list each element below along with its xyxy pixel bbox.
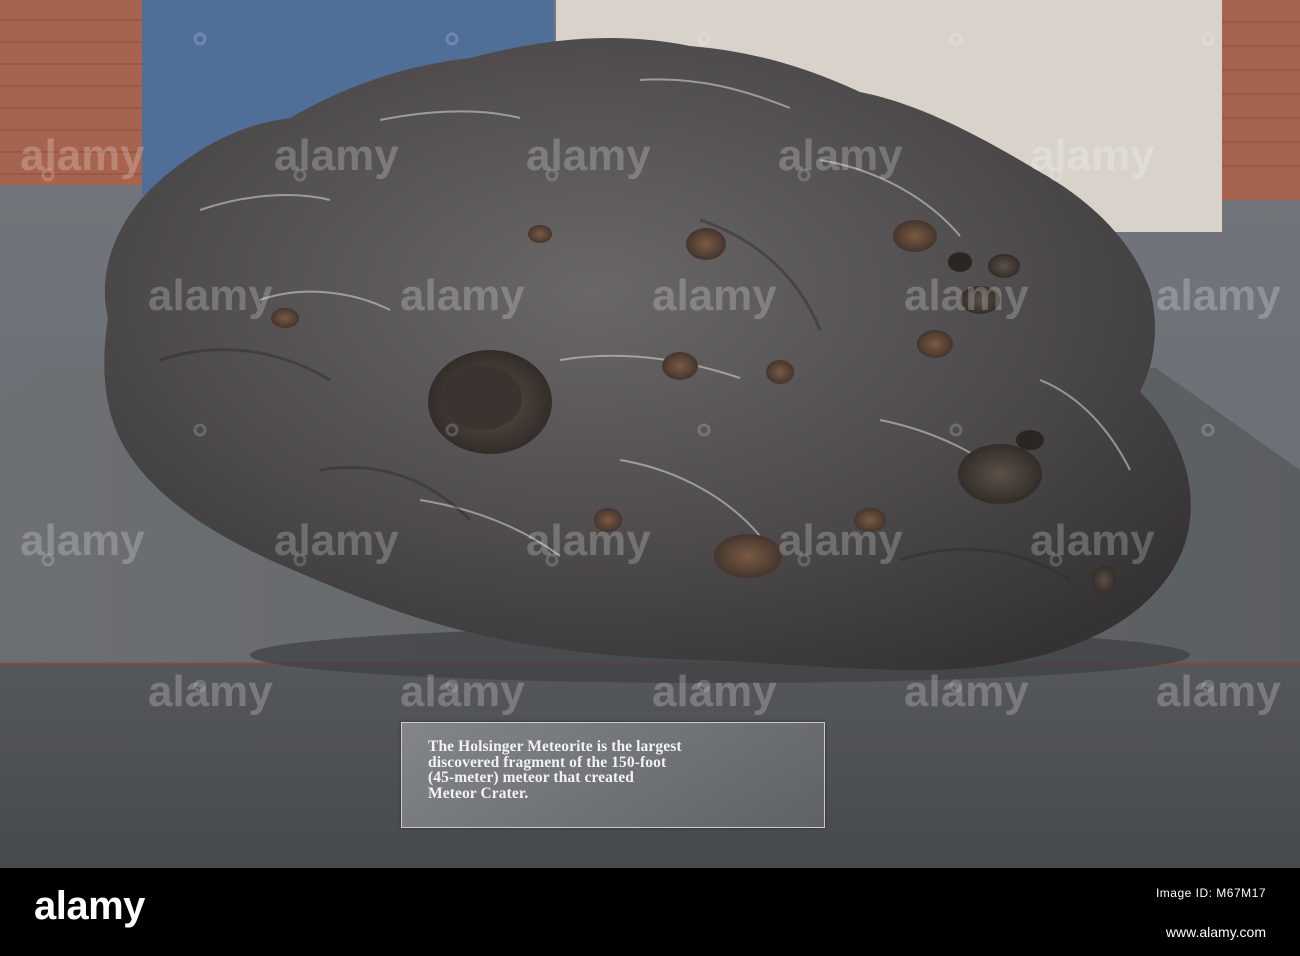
watermark-text: alamy bbox=[274, 516, 399, 565]
watermark-text: alamy bbox=[1156, 667, 1281, 716]
watermark-text: alamy bbox=[400, 667, 525, 716]
watermark-text: alamy bbox=[778, 516, 903, 565]
watermark-text: alamy bbox=[652, 271, 777, 320]
alamy-logo: alamy bbox=[34, 884, 145, 928]
info-placard: The Holsinger Meteorite is the largest d… bbox=[401, 722, 825, 828]
watermark-text: alamy bbox=[20, 516, 145, 565]
stock-footer-bar: alamy Image ID: M67M17 www.alamy.com bbox=[0, 868, 1300, 956]
watermark-text: alamy bbox=[526, 516, 651, 565]
placard-text: The Holsinger Meteorite is the largest d… bbox=[428, 739, 800, 801]
watermark-text: alamy bbox=[400, 271, 525, 320]
watermark-text: alamy bbox=[1030, 516, 1155, 565]
watermark-text: alamy bbox=[778, 131, 903, 180]
watermark-text: alamy bbox=[652, 667, 777, 716]
site-url: www.alamy.com bbox=[1165, 924, 1266, 940]
placard-line: The Holsinger Meteorite is the largest bbox=[428, 738, 682, 755]
watermark-text: alamy bbox=[526, 131, 651, 180]
watermark-text: alamy bbox=[904, 667, 1029, 716]
watermark-text: alamy bbox=[148, 667, 273, 716]
image-id-label: Image ID: M67M17 bbox=[1155, 886, 1266, 900]
meteorite-photo: alamy alamy alamy alamy alamy alamy alam… bbox=[0, 0, 1300, 868]
brick-wall-right bbox=[1222, 0, 1300, 200]
watermark-text: alamy bbox=[274, 131, 399, 180]
watermark-text: alamy bbox=[1156, 271, 1281, 320]
watermark-text: alamy bbox=[148, 271, 273, 320]
placard-line: discovered fragment of the 150-foot bbox=[428, 753, 667, 771]
watermark-text: alamy bbox=[20, 131, 145, 180]
watermark-text: alamy bbox=[904, 271, 1029, 320]
placard-line: (45-meter) meteor that created bbox=[428, 769, 634, 786]
placard-line: Meteor Crater. bbox=[428, 784, 529, 802]
watermark-text: alamy bbox=[1030, 131, 1155, 180]
